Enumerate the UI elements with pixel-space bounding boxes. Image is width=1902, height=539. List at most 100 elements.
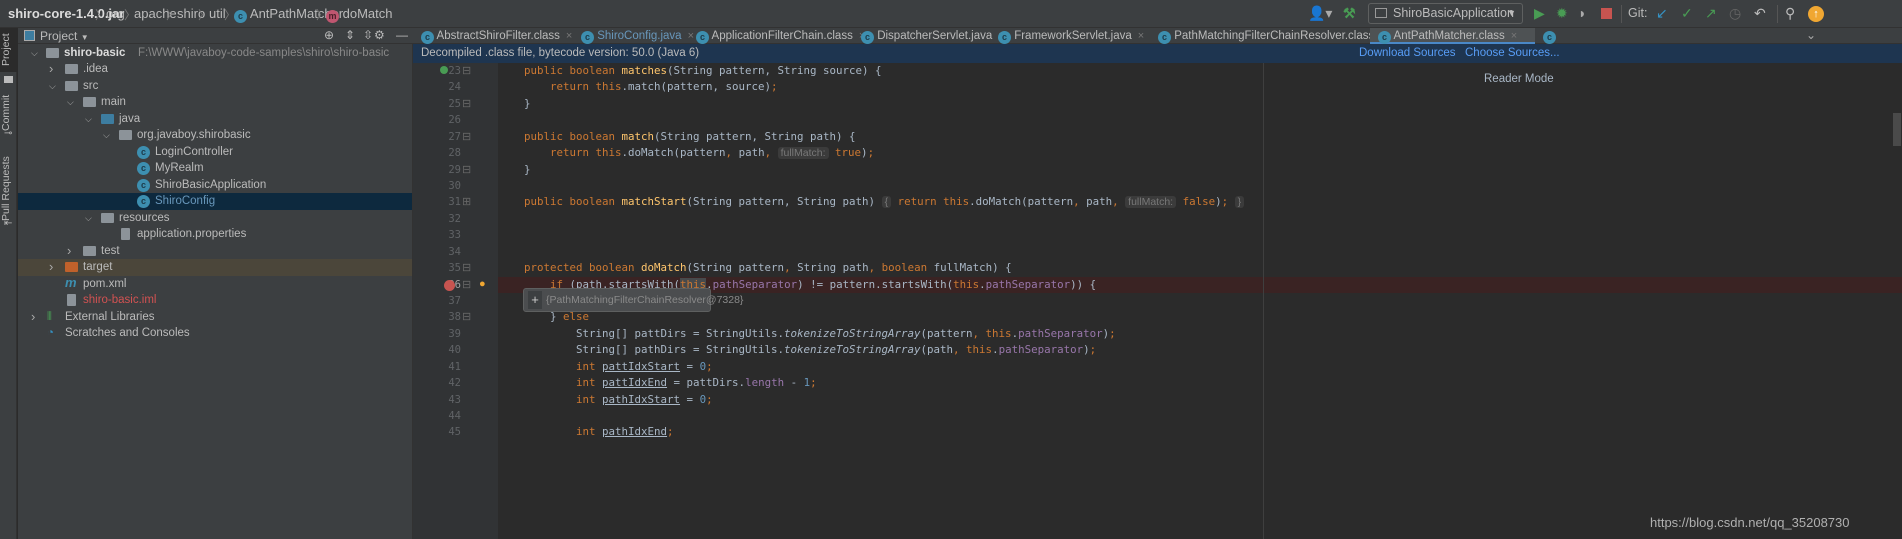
line-number[interactable]: 38 [413,309,461,325]
line-number[interactable]: 45 [413,424,461,440]
line-number[interactable]: 31 [413,194,461,210]
tree-root-shiro-basic[interactable]: ⌵ shiro-basic F:\WWW\javaboy-code-sample… [18,45,412,62]
line-number[interactable]: 40 [413,342,461,358]
vcs-update-icon[interactable]: ↙ [1656,5,1668,22]
editor-tab[interactable]: c [1535,28,1556,44]
hide-icon[interactable]: — [396,28,408,42]
chevron-down-icon[interactable]: ⌵ [67,94,74,111]
tree-item[interactable]: › ⫴ External Libraries [18,309,412,326]
fold-marker-icon[interactable]: ⊟ [462,97,471,110]
run-icon[interactable]: ▶ [1534,5,1545,22]
line-number[interactable]: 32 [413,211,461,227]
history-icon[interactable]: ◷ [1729,5,1741,22]
vcs-push-icon[interactable]: ↗ [1705,5,1717,22]
chevron-down-icon[interactable]: ⌵ [85,210,92,227]
tree-item[interactable]: c ShiroBasicApplication [18,177,412,194]
chevron-down-icon[interactable]: ⌵ [103,127,110,144]
collapse-all-icon[interactable]: ⇳ [363,28,373,42]
tree-item[interactable]: m pom.xml [18,275,412,293]
chevron-down-icon[interactable]: ⌄ [1806,28,1816,42]
tree-item[interactable]: ⌵ java [18,111,412,128]
tree-item[interactable]: › test [18,243,412,260]
line-number[interactable]: 43 [413,392,461,408]
scrollbar-thumb[interactable] [1893,113,1901,146]
line-number[interactable]: 33 [413,227,461,243]
run-config-select[interactable]: ShiroBasicApplication ▼ [1368,3,1523,24]
line-number[interactable]: 27 [413,129,461,145]
breadcrumb-org[interactable]: org [106,6,125,21]
breadcrumb-method[interactable]: m doMatch [326,6,393,23]
expand-plus-icon[interactable]: + [528,291,542,309]
fold-marker-icon[interactable]: ⊟ [462,310,471,323]
breakpoint-icon[interactable] [444,279,455,291]
chevron-right-icon[interactable]: › [49,259,53,276]
editor-tab[interactable]: c FrameworkServlet.java × [990,28,1150,44]
line-number[interactable]: 35 [413,260,461,276]
lightbulb-icon[interactable]: ● [479,278,486,290]
close-icon[interactable]: × [566,30,572,42]
editor-tab[interactable]: c ApplicationFilterChain.class× [688,28,865,44]
close-icon[interactable]: × [1138,30,1144,42]
vcs-commit-icon[interactable]: ✓ [1681,5,1693,22]
build-hammer-icon[interactable]: ⚒ [1343,5,1356,22]
chevron-right-icon[interactable]: › [67,243,71,260]
editor-tab[interactable]: c DispatcherServlet.java× [853,28,1005,44]
tree-item[interactable]: ⌵ src [18,78,412,95]
line-number[interactable]: 25 [413,96,461,112]
project-tool-tab[interactable]: Project [0,28,17,72]
override-icon[interactable] [440,66,448,74]
line-number[interactable]: 28 [413,145,461,161]
tree-item[interactable]: c MyRealm [18,160,412,177]
fold-marker-icon[interactable]: ⊟ [462,278,471,291]
fold-marker-icon[interactable]: ⊟ [462,163,471,176]
tree-item[interactable]: ⌵ org.javaboy.shirobasic [18,127,412,144]
line-number[interactable]: 34 [413,244,461,260]
line-number[interactable]: 30 [413,178,461,194]
chevron-down-icon[interactable]: ⌵ [85,111,92,128]
chevron-right-icon[interactable]: › [31,309,35,326]
tree-item[interactable]: shiro-basic.iml [18,292,412,309]
user-icon[interactable]: 👤▾ [1308,5,1332,22]
tree-item[interactable]: › target [18,259,412,276]
stop-icon[interactable] [1601,8,1612,19]
update-icon[interactable]: ↑ [1808,6,1824,22]
line-number[interactable]: 39 [413,326,461,342]
tree-item[interactable]: ⌵ resources [18,210,412,227]
expand-all-icon[interactable]: ⇕ [345,28,355,42]
locate-icon[interactable]: ⊕ [324,28,334,42]
debug-icon[interactable]: ✹ [1556,5,1568,22]
line-number[interactable]: 41 [413,359,461,375]
fold-marker-icon[interactable]: ⊟ [462,130,471,143]
tree-item[interactable]: c LoginController [18,144,412,161]
tree-item[interactable]: c ShiroConfig [18,193,412,210]
reader-mode-button[interactable]: Reader Mode [1484,73,1554,85]
editor-tab[interactable]: c ShiroConfig.java × [573,28,694,44]
close-icon[interactable]: × [1511,30,1517,42]
line-number[interactable]: 37 [413,293,461,309]
settings-gear-icon[interactable]: ⚙ [374,28,385,42]
fold-marker-icon[interactable]: ⊟ [462,261,471,274]
project-view-select[interactable]: Project ▼ [40,29,89,43]
line-number[interactable]: 29 [413,162,461,178]
editor-tab[interactable]: c PathMatchingFilterChainResolver.class× [1150,28,1387,44]
rollback-icon[interactable]: ↶ [1754,5,1766,22]
line-number[interactable]: 24 [413,79,461,95]
fold-marker-icon[interactable]: ⊞ [462,195,471,208]
pull-requests-tool-tab[interactable]: Pull Requests [0,154,17,224]
tree-item[interactable]: application.properties [18,226,412,243]
chevron-down-icon[interactable]: ⌵ [49,78,56,95]
coverage-icon[interactable]: ◗ [1578,5,1586,21]
search-icon[interactable]: ⚲ [1785,5,1795,22]
editor-tab[interactable]: c AntPathMatcher.class × [1370,28,1535,44]
line-number[interactable]: 42 [413,375,461,391]
line-number[interactable]: 26 [413,112,461,128]
chevron-right-icon[interactable]: › [49,61,53,78]
fold-marker-icon[interactable]: ⊟ [462,64,471,77]
editor-tab[interactable]: c AbstractShiroFilter.class × [413,28,573,44]
download-sources-link[interactable]: Download Sources [1359,44,1456,63]
tree-item[interactable]: ⌵ main [18,94,412,111]
line-number[interactable]: 44 [413,408,461,424]
code-editor[interactable]: 23⊟2425⊟2627⊟2829⊟3031⊞32333435⊟36⊟●3738… [413,63,1902,539]
line-number[interactable]: 23 [413,63,461,79]
tree-item[interactable]: › .idea [18,61,412,78]
